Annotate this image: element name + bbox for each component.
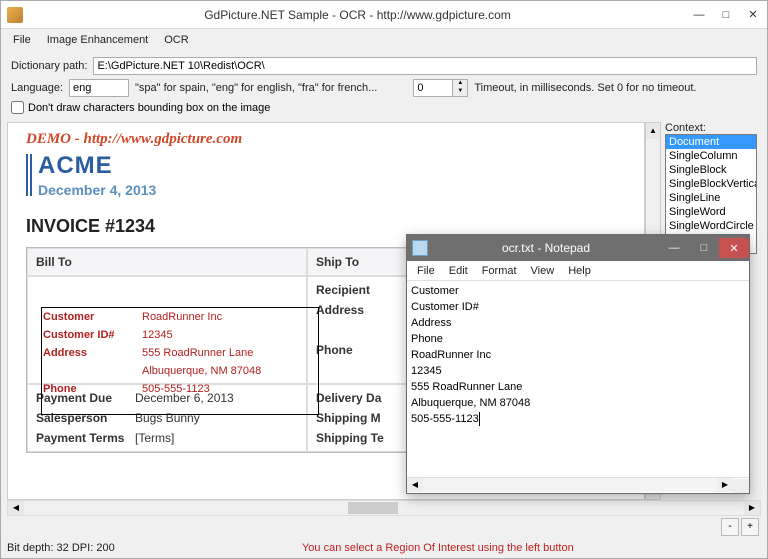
roi-phone-value: 505-555-1123: [142, 383, 317, 395]
notepad-hscroll[interactable]: ◀ ▶: [407, 477, 749, 493]
roi-custid-value: 12345: [142, 329, 317, 341]
scroll-left-icon[interactable]: ◀: [8, 501, 24, 515]
notepad-menu-edit[interactable]: Edit: [443, 264, 474, 278]
menu-ocr[interactable]: OCR: [158, 32, 194, 48]
ship-address-label: Address: [316, 303, 411, 317]
notepad-textarea[interactable]: Customer Customer ID# Address Phone Road…: [407, 281, 749, 477]
notepad-icon: [412, 240, 428, 256]
roi-custid-label: Customer ID#: [43, 329, 138, 341]
roi-address-label: Address: [43, 347, 138, 359]
context-item-singleblockvertical[interactable]: SingleBlockVertical: [666, 177, 756, 191]
context-item-singlecolumn[interactable]: SingleColumn: [666, 149, 756, 163]
notepad-menu-format[interactable]: Format: [476, 264, 523, 278]
main-titlebar[interactable]: GdPicture.NET Sample - OCR - http://www.…: [1, 1, 767, 29]
resize-grip-icon[interactable]: [733, 479, 749, 493]
horizontal-scrollbar[interactable]: ◀ ▶: [7, 500, 761, 516]
shipping-method-label: Shipping M: [316, 411, 411, 425]
roi-address-value2: Albuquerque, NM 87048: [142, 365, 317, 377]
language-input[interactable]: [69, 79, 129, 97]
close-button[interactable]: ✕: [740, 5, 766, 25]
timeout-input[interactable]: [413, 79, 453, 97]
acme-logo-bar: [26, 154, 32, 196]
notepad-titlebar[interactable]: ocr.txt - Notepad — □ ✕: [407, 235, 749, 261]
dpi-label: DPI:: [72, 542, 93, 554]
billto-header: Bill To: [27, 248, 307, 276]
status-bar: Bit depth: 32 DPI: 200 You can select a …: [1, 538, 767, 558]
context-label: Context:: [665, 122, 757, 134]
roi-customer-label: Customer: [43, 311, 138, 323]
notepad-minimize-button[interactable]: —: [659, 238, 689, 258]
shipping-terms-label: Shipping Te: [316, 431, 411, 445]
window-title: GdPicture.NET Sample - OCR - http://www.…: [29, 8, 686, 22]
menu-image-enhancement[interactable]: Image Enhancement: [41, 32, 155, 48]
context-item-singleline[interactable]: SingleLine: [666, 191, 756, 205]
prev-page-button[interactable]: -: [721, 518, 739, 536]
context-item-document[interactable]: Document: [666, 135, 756, 149]
dpi-value: 200: [96, 542, 114, 554]
salesperson-label: Salesperson: [36, 411, 131, 425]
page-nav: - +: [1, 516, 767, 538]
language-label: Language:: [11, 82, 63, 94]
notepad-menu-help[interactable]: Help: [562, 264, 597, 278]
context-item-singleword[interactable]: SingleWord: [666, 205, 756, 219]
bitdepth-value: 32: [57, 542, 69, 554]
spinner-down-icon[interactable]: ▼: [453, 88, 467, 96]
notepad-menu-view[interactable]: View: [525, 264, 561, 278]
next-page-button[interactable]: +: [741, 518, 759, 536]
notepad-title: ocr.txt - Notepad: [433, 241, 659, 255]
ship-recipient-label: Recipient: [316, 283, 411, 297]
timeout-hint: Timeout, in milliseconds. Set 0 for no t…: [474, 82, 696, 94]
app-icon: [7, 7, 23, 23]
bounding-box-label: Don't draw characters bounding box on th…: [28, 102, 270, 114]
notepad-maximize-button[interactable]: □: [689, 238, 719, 258]
timeout-spinner[interactable]: ▲▼: [413, 79, 468, 97]
ship-phone-label: Phone: [316, 343, 411, 357]
context-item-singlewordcircle[interactable]: SingleWordCircle: [666, 219, 756, 233]
notepad-menubar: File Edit Format View Help: [407, 261, 749, 281]
scroll-up-icon[interactable]: ▲: [646, 123, 660, 139]
salesperson-value: Bugs Bunny: [135, 411, 298, 425]
settings-panel: Dictionary path: Language: "spa" for spa…: [1, 51, 767, 118]
dictionary-path-label: Dictionary path:: [11, 60, 87, 72]
bitdepth-label: Bit depth:: [7, 542, 53, 554]
ocr-roi-content: Customer RoadRunner Inc Customer ID# 12345…: [43, 311, 317, 395]
notepad-window[interactable]: ocr.txt - Notepad — □ ✕ File Edit Format…: [406, 234, 750, 494]
roi-address-value1: 555 RoadRunner Lane: [142, 347, 317, 359]
notepad-close-button[interactable]: ✕: [719, 238, 749, 258]
spinner-up-icon[interactable]: ▲: [453, 80, 467, 88]
maximize-button[interactable]: □: [713, 5, 739, 25]
company-name: ACME: [38, 152, 156, 180]
scroll-right-icon[interactable]: ▶: [744, 501, 760, 515]
dictionary-path-input[interactable]: [93, 57, 757, 75]
language-hint: "spa" for spain, "eng" for english, "fra…: [135, 82, 377, 94]
delivery-date-label: Delivery Da: [316, 391, 411, 405]
text-caret: [479, 412, 480, 426]
payment-terms-value: [Terms]: [135, 431, 298, 445]
demo-watermark: DEMO - http://www.gdpicture.com: [26, 131, 626, 148]
roi-customer-value: RoadRunner Inc: [142, 311, 317, 323]
context-item-singleblock[interactable]: SingleBlock: [666, 163, 756, 177]
minimize-button[interactable]: —: [686, 5, 712, 25]
status-hint: You can select a Region Of Interest usin…: [115, 542, 761, 554]
np-scroll-left-icon[interactable]: ◀: [407, 478, 423, 492]
menu-file[interactable]: File: [7, 32, 37, 48]
roi-phone-label: Phone: [43, 383, 138, 395]
menubar: File Image Enhancement OCR: [1, 29, 767, 51]
payment-terms-label: Payment Terms: [36, 431, 131, 445]
bounding-box-checkbox[interactable]: [11, 101, 24, 114]
scrollbar-thumb[interactable]: [348, 502, 398, 514]
notepad-menu-file[interactable]: File: [411, 264, 441, 278]
np-scroll-right-icon[interactable]: ▶: [717, 478, 733, 492]
invoice-date: December 4, 2013: [38, 182, 156, 198]
